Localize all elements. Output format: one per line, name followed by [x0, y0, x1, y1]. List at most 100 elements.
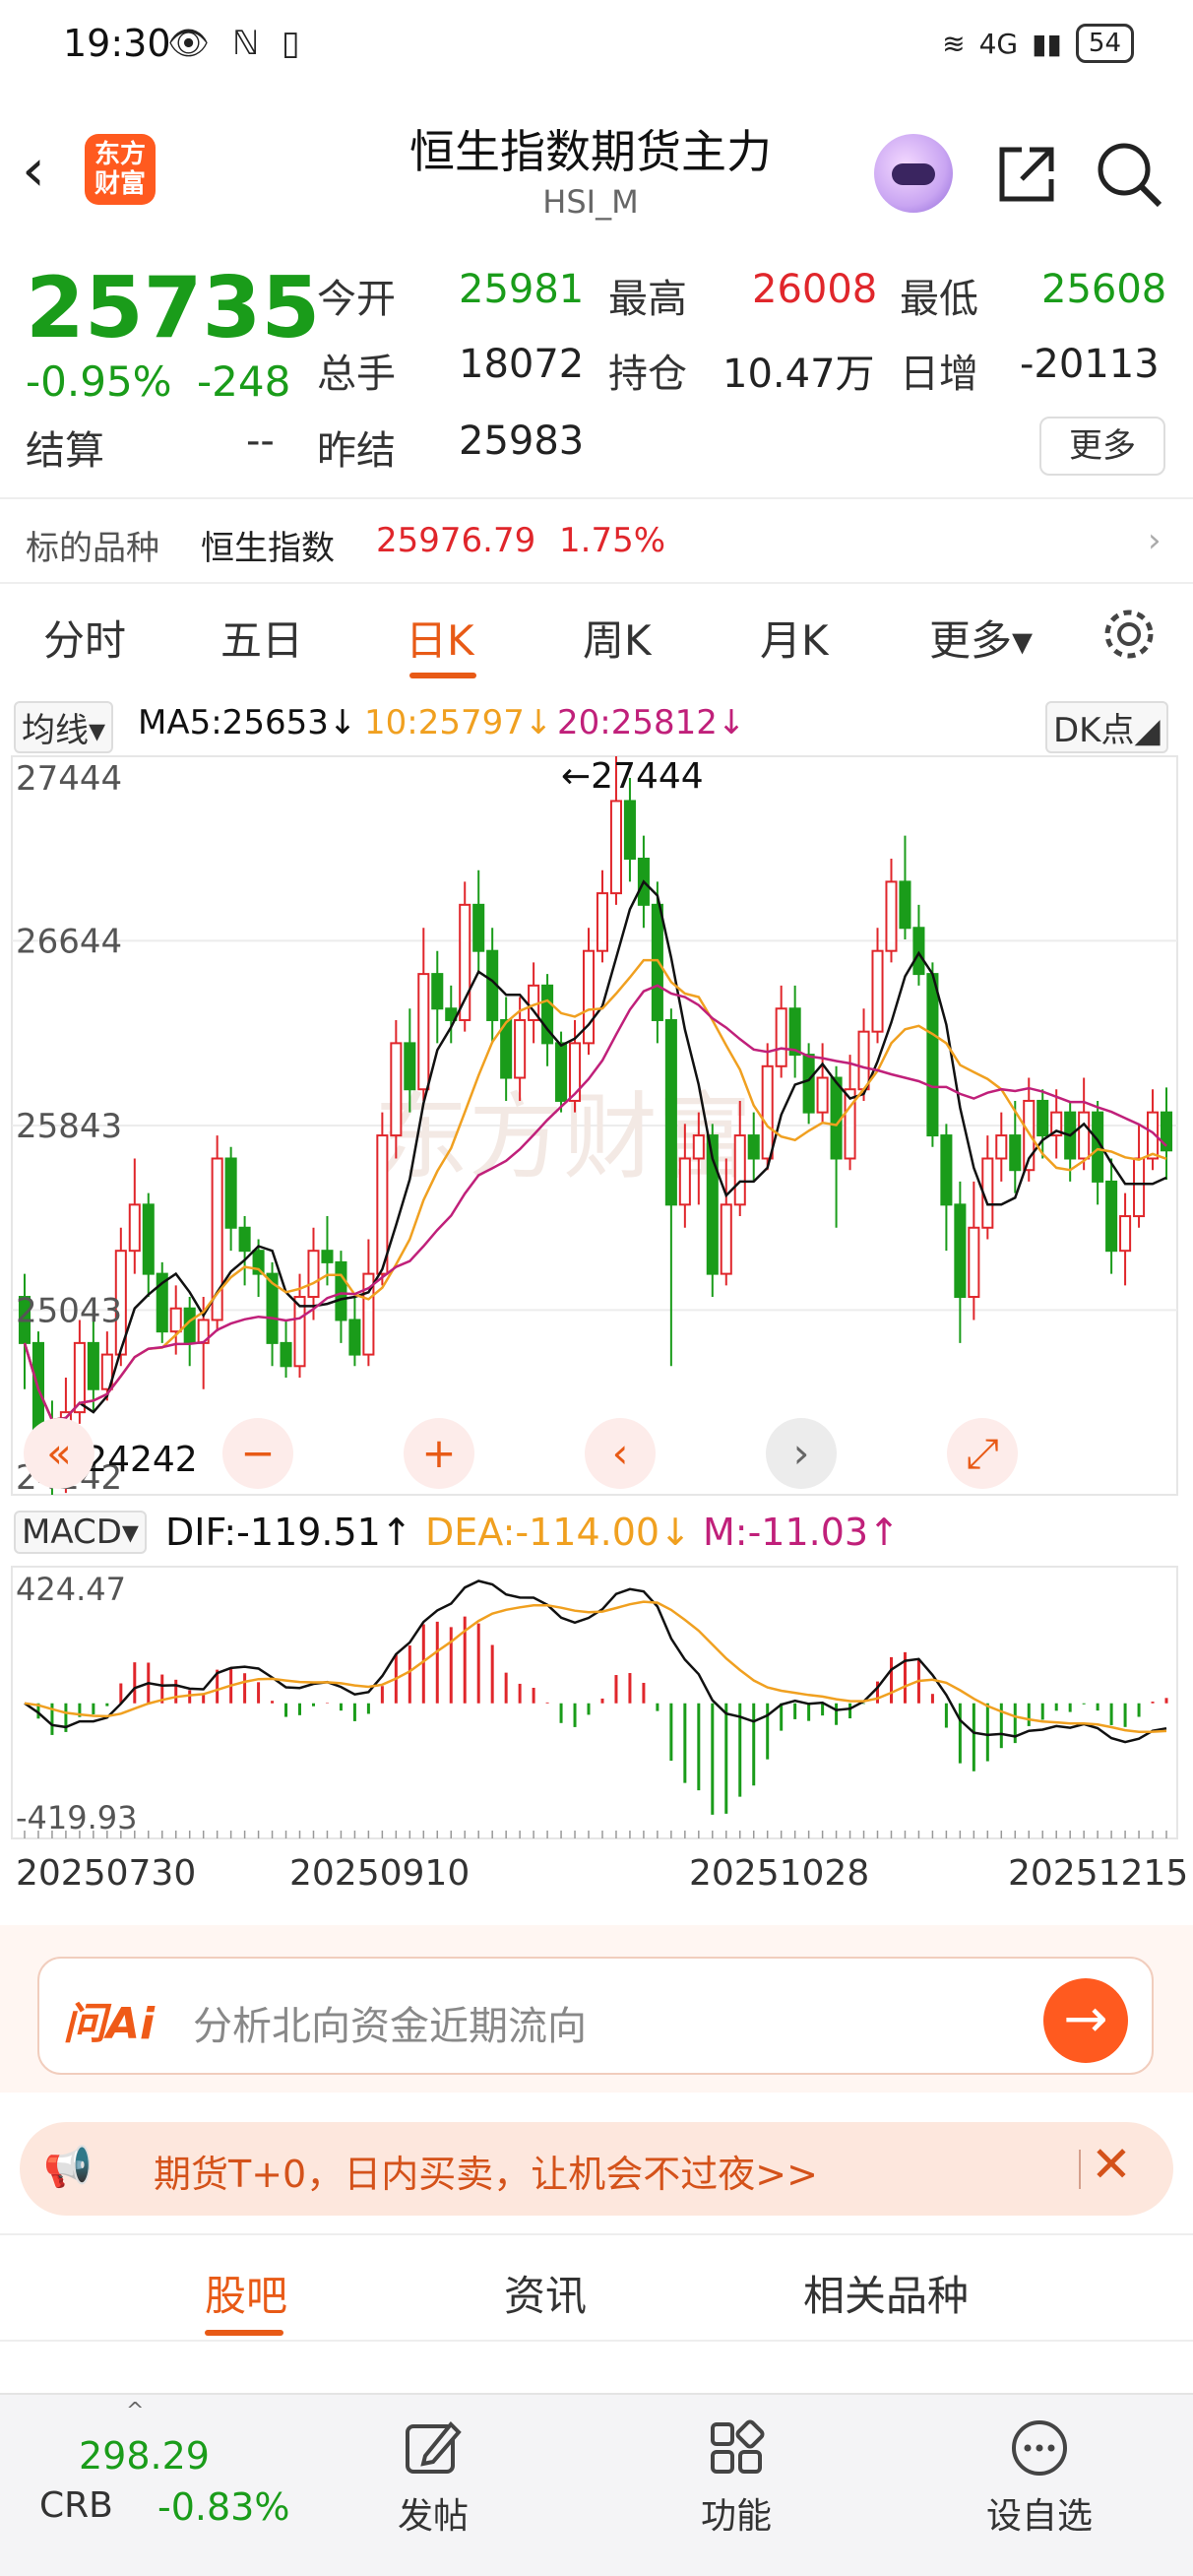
- ai-query-box[interactable]: 问Ai 分析北向资金近期流向 →: [37, 1957, 1154, 2075]
- candle-down: [623, 800, 636, 860]
- banner-divider: [1079, 2150, 1081, 2189]
- tab-more[interactable]: 更多▾: [929, 608, 1033, 668]
- control-glyph: ›: [793, 1429, 810, 1477]
- candle-up: [995, 1134, 1008, 1160]
- tab-daily-k[interactable]: 日K: [406, 608, 474, 668]
- change-value: -248: [197, 357, 291, 406]
- candle-up: [692, 1134, 705, 1160]
- scroll-left-icon[interactable]: «: [24, 1418, 94, 1489]
- candle-up: [857, 1030, 870, 1091]
- close-icon[interactable]: ✕: [1091, 2136, 1132, 2193]
- macd-select[interactable]: MACD▾: [14, 1511, 147, 1554]
- add-watchlist-button[interactable]: 设自选: [941, 2395, 1138, 2539]
- function-button[interactable]: 功能: [638, 2395, 835, 2539]
- crb-ticker[interactable]: ^ 298.29 CRB -0.83%: [0, 2395, 315, 2576]
- candle-down: [1105, 1180, 1118, 1253]
- prev-settle-value: 25983: [459, 419, 585, 464]
- underlying-name: 恒生指数: [201, 529, 335, 568]
- candle-up: [307, 1250, 320, 1299]
- back-arrow-icon[interactable]: ‹: [22, 136, 45, 205]
- macd-border: [11, 1566, 1178, 1839]
- settle-label: 结算: [26, 428, 104, 474]
- megaphone-icon: 📢: [43, 2145, 93, 2190]
- candle-up: [720, 1203, 732, 1275]
- volume-label: 总手: [317, 352, 396, 397]
- last-price: 25735: [26, 259, 321, 357]
- share-icon[interactable]: [992, 140, 1061, 209]
- candle-up: [678, 1157, 691, 1206]
- ma10-legend: 10:25797↓: [364, 703, 553, 742]
- arrow-right-icon[interactable]: →: [1043, 1978, 1128, 2063]
- status-time: 19:30: [63, 22, 171, 65]
- m-legend: M:-11.03↑: [703, 1511, 900, 1554]
- candle-up: [1133, 1157, 1146, 1218]
- step-left-icon[interactable]: ‹: [585, 1418, 656, 1489]
- gear-icon[interactable]: [1100, 606, 1158, 663]
- candle-down: [142, 1203, 155, 1275]
- candle-down: [431, 973, 444, 1010]
- edit-icon: [406, 2421, 462, 2474]
- candlestick-chart[interactable]: 东方财富2744426644258432504324242←27444←2424…: [0, 746, 1193, 1505]
- header: ‹ 东方财富 恒生指数期货主力 HSI_M: [0, 98, 1193, 241]
- y-tick-label: 25843: [16, 1107, 122, 1146]
- candle-down: [830, 1076, 843, 1160]
- dea-legend: DEA:-114.00↓: [425, 1511, 691, 1554]
- post-button[interactable]: 发帖: [335, 2395, 532, 2539]
- control-glyph: −: [240, 1429, 275, 1477]
- candle-up: [128, 1203, 141, 1253]
- high-label: 最高: [608, 277, 687, 322]
- fullscreen-icon[interactable]: ⤢: [947, 1418, 1018, 1489]
- candle-down: [912, 927, 925, 976]
- tab-forum[interactable]: 股吧: [205, 2263, 287, 2323]
- tab-weekly-k[interactable]: 周K: [583, 608, 652, 668]
- crb-value: 298.29: [79, 2434, 210, 2478]
- candle-up: [968, 1226, 980, 1299]
- date-tick: 20250910: [289, 1853, 471, 1894]
- tab-news[interactable]: 资讯: [504, 2263, 587, 2323]
- y-tick-label: 26644: [16, 922, 122, 961]
- low-label: 最低: [900, 277, 978, 322]
- promo-banner[interactable]: 📢 期货T+0，日内买卖，让机会不过夜>> ✕: [20, 2122, 1173, 2216]
- tab-related[interactable]: 相关品种: [803, 2263, 969, 2323]
- macd-max-label: 424.47: [16, 1571, 126, 1608]
- banner-text[interactable]: 期货T+0，日内买卖，让机会不过夜>>: [154, 2144, 818, 2198]
- candle-down: [664, 1018, 677, 1206]
- volume-value: 18072: [459, 342, 585, 387]
- content-tabs: 股吧 资讯 相关品种: [0, 2233, 1193, 2342]
- candle-up: [816, 1076, 829, 1114]
- candle-down: [954, 1203, 967, 1299]
- candle-down: [555, 1042, 568, 1102]
- assistant-avatar[interactable]: [874, 134, 953, 213]
- macd-chart[interactable]: 424.47 -419.93: [0, 1561, 1193, 1846]
- step-right-icon[interactable]: ›: [766, 1418, 837, 1489]
- candle-down: [899, 880, 911, 930]
- logo-text: 东方财富: [94, 140, 146, 199]
- candle-up: [459, 903, 471, 1021]
- candle-up: [871, 949, 884, 1033]
- status-left-icons: 👁 ℕ ▯: [167, 24, 306, 63]
- ai-query-placeholder[interactable]: 分析北向资金近期流向: [193, 1994, 587, 2051]
- caret-up-icon: ^: [126, 2399, 145, 2423]
- date-tick: 20251215: [1008, 1853, 1189, 1894]
- tab-five-day[interactable]: 五日: [220, 608, 303, 668]
- signal-icon: 4G: [978, 27, 1019, 60]
- candle-down: [1009, 1134, 1022, 1172]
- candle-down: [747, 1134, 760, 1160]
- candle-up: [775, 1007, 787, 1067]
- underlying-row[interactable]: 标的品种 恒生指数 25976.79 1.75% ›: [0, 497, 1193, 584]
- search-icon[interactable]: [1093, 138, 1165, 211]
- dea-line: [24, 1600, 1167, 1734]
- tab-monthly-k[interactable]: 月K: [760, 608, 829, 668]
- tab-minute[interactable]: 分时: [43, 608, 126, 668]
- daily-inc-value: -20113: [1020, 342, 1160, 387]
- ma20-legend: 20:25812↓: [557, 703, 746, 742]
- zoom-in-icon[interactable]: +: [404, 1418, 474, 1489]
- dif-legend: DIF:-119.51↑: [165, 1511, 412, 1554]
- y-tick-label: 25043: [16, 1291, 122, 1330]
- zoom-out-icon[interactable]: −: [222, 1418, 293, 1489]
- daily-inc-label: 日增: [900, 352, 978, 397]
- more-button[interactable]: 更多: [1039, 417, 1165, 476]
- candle-up: [1078, 1111, 1091, 1160]
- candle-down: [335, 1260, 347, 1321]
- dif-line: [24, 1579, 1167, 1744]
